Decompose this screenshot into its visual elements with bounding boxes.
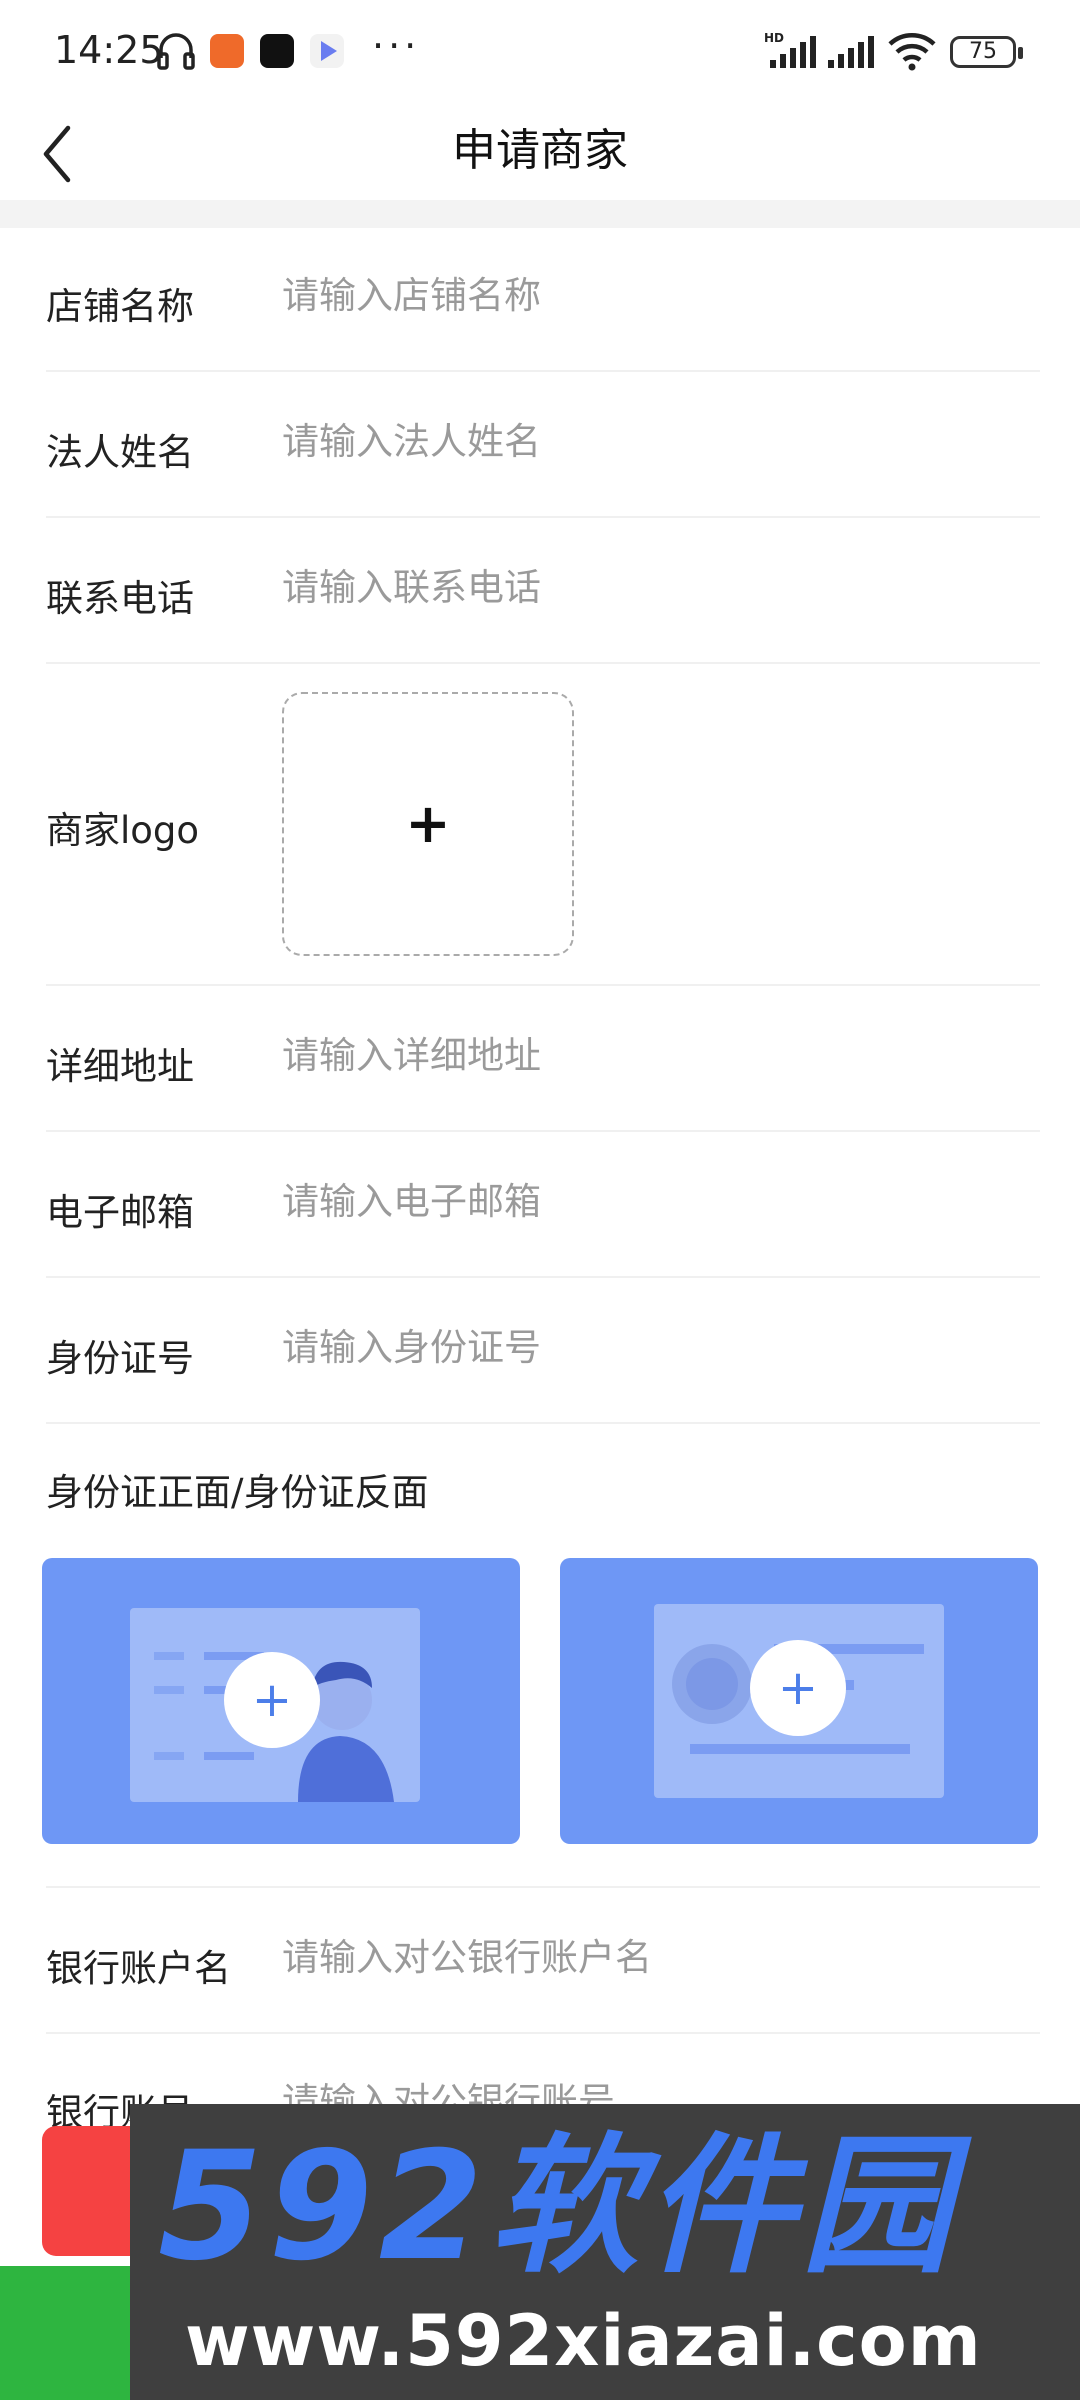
- email-label: 电子邮箱: [46, 1191, 194, 1234]
- kuaishou-app-icon: [210, 34, 244, 68]
- phone-label: 联系电话: [46, 577, 194, 620]
- green-bar: [0, 2266, 140, 2400]
- legal-name-input[interactable]: [282, 420, 982, 463]
- bank-account-name-label: 银行账户名: [46, 1947, 231, 1990]
- page-title: 申请商家: [452, 125, 628, 176]
- svg-text:HD: HD: [764, 31, 784, 45]
- tiktok-app-icon: [260, 34, 294, 68]
- watermark-overlay: 592软件园 www.592xiazai.com: [130, 2104, 1080, 2400]
- phone-input[interactable]: [282, 566, 982, 609]
- logo-upload-box[interactable]: +: [282, 692, 574, 956]
- status-time: 14:25: [54, 28, 164, 72]
- email-row: 电子邮箱: [46, 1132, 1040, 1278]
- id-number-row: 身份证号: [46, 1278, 1040, 1424]
- id-photos-label: 身份证正面/身份证反面: [46, 1471, 429, 1514]
- legal-name-row: 法人姓名: [46, 372, 1040, 518]
- watermark-logo: 592软件园: [158, 2122, 972, 2282]
- status-bar: 14:25 ··· HD 75: [0, 0, 1080, 100]
- id-back-upload[interactable]: +: [560, 1558, 1038, 1844]
- id-front-upload[interactable]: +: [42, 1558, 520, 1844]
- shop-name-input[interactable]: [282, 274, 982, 317]
- phone-row: 联系电话: [46, 518, 1040, 664]
- address-input[interactable]: [282, 1034, 982, 1077]
- address-row: 详细地址: [46, 986, 1040, 1132]
- logo-row: 商家logo +: [46, 664, 1040, 986]
- signal-icon: [828, 36, 874, 68]
- email-input[interactable]: [282, 1180, 982, 1223]
- shop-name-label: 店铺名称: [46, 285, 194, 328]
- app-header: 申请商家: [0, 100, 1080, 200]
- logo-label: 商家logo: [46, 809, 200, 852]
- plus-icon: +: [405, 792, 451, 855]
- video-app-icon: [310, 34, 344, 68]
- id-back-plus-icon: +: [750, 1640, 846, 1736]
- watermark-brand: 592软件园: [158, 2122, 972, 2282]
- battery-icon: 75: [950, 36, 1023, 68]
- headphones-icon: [157, 33, 195, 70]
- more-dots-icon: ···: [372, 24, 421, 68]
- shop-name-row: 店铺名称: [46, 228, 1040, 372]
- id-front-plus-icon: +: [224, 1652, 320, 1748]
- bank-account-name-row: 银行账户名: [46, 1886, 1040, 2034]
- section-divider: [0, 200, 1080, 228]
- watermark-url: www.592xiazai.com: [185, 2300, 982, 2382]
- wifi-icon: [888, 33, 936, 71]
- bank-account-name-input[interactable]: [282, 1936, 982, 1979]
- address-label: 详细地址: [46, 1045, 194, 1088]
- legal-name-label: 法人姓名: [46, 431, 194, 474]
- id-number-input[interactable]: [282, 1326, 982, 1369]
- id-number-label: 身份证号: [46, 1337, 194, 1380]
- hd-signal-icon: HD: [764, 31, 816, 68]
